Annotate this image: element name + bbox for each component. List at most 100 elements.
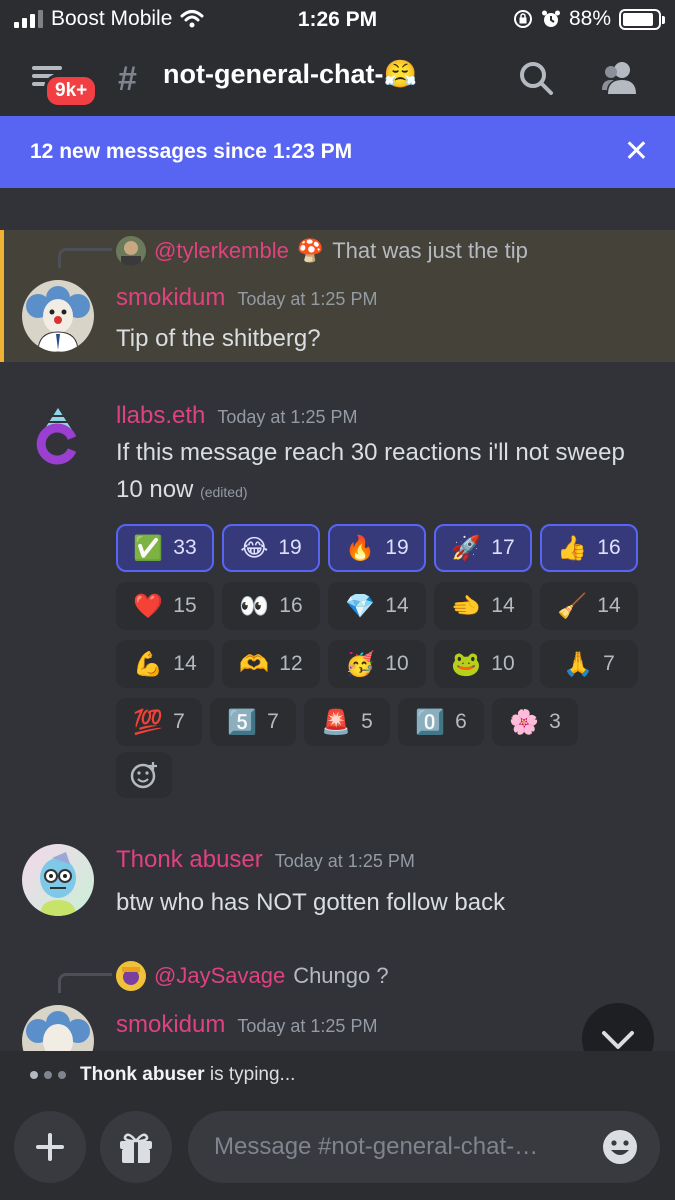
reaction-chip[interactable]: 0️⃣ 6	[398, 698, 484, 746]
reaction-count: 3	[549, 710, 561, 733]
reply-preview[interactable]: @JaySavage Chungo ?	[116, 961, 389, 991]
message-author[interactable]: smokidum Today at 1:25 PM	[116, 284, 377, 312]
members-icon[interactable]	[600, 58, 640, 98]
reply-mention[interactable]: @tylerkemble	[154, 238, 289, 264]
message-author[interactable]: Thonk abuser Today at 1:25 PM	[116, 846, 415, 874]
reaction-count: 16	[279, 594, 303, 617]
reaction-count: 7	[267, 710, 279, 733]
reaction-count: 14	[597, 594, 621, 617]
reaction-emoji: 🐸	[451, 650, 482, 678]
reply-preview[interactable]: @tylerkemble 🍄 That was just the tip	[116, 236, 528, 266]
reaction-emoji: 👍	[557, 534, 588, 562]
reaction-chip[interactable]: 🚨 5	[304, 698, 390, 746]
close-icon[interactable]: ✕	[624, 134, 649, 169]
reaction-chip[interactable]: 🥳 10	[328, 640, 426, 688]
reaction-emoji: 🔥	[345, 534, 376, 562]
typing-user: Thonk abuser	[80, 1064, 205, 1085]
reaction-chip[interactable]: 🧹 14	[540, 582, 638, 630]
alarm-icon	[541, 10, 560, 27]
search-icon[interactable]	[516, 58, 556, 98]
message-text: btw who has NOT gotten follow back	[116, 889, 506, 916]
avatar	[116, 961, 146, 991]
reaction-chip[interactable]: 👀 16	[222, 582, 320, 630]
message-timestamp: Today at 1:25 PM	[217, 407, 358, 427]
reaction-emoji: 5️⃣	[227, 708, 258, 736]
attach-button[interactable]	[14, 1111, 86, 1183]
avatar[interactable]	[22, 1005, 94, 1051]
add-reaction-button[interactable]	[116, 752, 172, 798]
reaction-count: 17	[491, 536, 515, 559]
channel-header: 9k+ # not-general-chat-😤	[0, 40, 675, 116]
reply-text: That was just the tip	[332, 238, 528, 263]
typing-indicator: Thonk abuser is typing...	[0, 1051, 675, 1097]
avatar[interactable]	[22, 280, 94, 352]
reaction-chip[interactable]: 🌸 3	[492, 698, 578, 746]
author-name[interactable]: smokidum	[116, 1011, 225, 1038]
reaction-chip[interactable]: 🚀 17	[434, 524, 532, 572]
menu-button[interactable]: 9k+	[28, 60, 99, 108]
message-input[interactable]	[188, 1111, 660, 1183]
reaction-chip[interactable]: ✅ 33	[116, 524, 214, 572]
reaction-count: 14	[173, 652, 197, 675]
avatar[interactable]	[22, 402, 94, 474]
reply-text: Chungo ?	[293, 963, 389, 988]
message-item[interactable]: @JaySavage Chungo ? smokidum Today at 1:2…	[0, 955, 675, 1051]
reaction-count: 15	[173, 594, 197, 617]
reaction-chip[interactable]: 💯 7	[116, 698, 202, 746]
message-item[interactable]: Thonk abuser Today at 1:25 PM btw who has…	[0, 840, 675, 930]
battery-percent: 88%	[568, 7, 611, 30]
message-text: If this message reach 30 reactions i'll …	[116, 439, 625, 503]
reaction-emoji: 🌸	[509, 708, 540, 736]
message-author[interactable]: smokidum Today at 1:25 PM	[116, 1011, 377, 1039]
reaction-count: 7	[173, 710, 185, 733]
reaction-chip[interactable]: 5️⃣ 7	[210, 698, 296, 746]
reaction-chip[interactable]: 🙏 7	[540, 640, 638, 688]
new-messages-text: 12 new messages since 1:23 PM	[30, 140, 353, 163]
reaction-chip[interactable]: 💎 14	[328, 582, 426, 630]
channel-title[interactable]: not-general-chat-😤	[163, 58, 417, 90]
author-name[interactable]: llabs.eth	[116, 402, 205, 429]
unread-badge: 9k+	[44, 74, 99, 108]
avatar[interactable]	[22, 844, 94, 916]
gift-icon	[120, 1133, 152, 1163]
reaction-count: 6	[455, 710, 467, 733]
message-text: Tip of the shitberg?	[116, 325, 321, 352]
reaction-emoji: ❤️	[133, 592, 164, 620]
locked-channel-icon: #	[118, 60, 137, 98]
message-author[interactable]: llabs.eth Today at 1:25 PM	[116, 402, 357, 430]
reaction-emoji: 💪	[133, 650, 164, 678]
new-messages-banner[interactable]: 12 new messages since 1:23 PM ✕	[0, 116, 675, 188]
reaction-chip[interactable]: 😂 19	[222, 524, 320, 572]
reaction-chip[interactable]: 🔥 19	[328, 524, 426, 572]
emoji-picker-icon[interactable]	[602, 1129, 638, 1165]
reaction-emoji: 🥳	[345, 650, 376, 678]
menu-icon	[32, 66, 62, 70]
plus-icon	[36, 1133, 64, 1161]
reply-mention[interactable]: @JaySavage	[154, 963, 285, 989]
reaction-chip[interactable]: 👍 16	[540, 524, 638, 572]
author-name[interactable]: Thonk abuser	[116, 846, 263, 873]
reaction-chip[interactable]: 🐸 10	[434, 640, 532, 688]
author-name[interactable]: smokidum	[116, 284, 225, 311]
reaction-emoji: ✅	[133, 534, 164, 562]
reaction-chip[interactable]: 🫶 12	[222, 640, 320, 688]
reaction-chip[interactable]: 💪 14	[116, 640, 214, 688]
reaction-count: 19	[385, 536, 409, 559]
reaction-count: 14	[491, 594, 515, 617]
edited-label: (edited)	[200, 484, 248, 500]
reaction-emoji: 🚀	[451, 534, 482, 562]
gift-button[interactable]	[100, 1111, 172, 1183]
add-reaction-icon	[130, 762, 157, 789]
message-timestamp: Today at 1:25 PM	[274, 851, 415, 871]
reaction-chip[interactable]: ❤️ 15	[116, 582, 214, 630]
reaction-count: 19	[278, 536, 302, 559]
reply-connector	[58, 973, 112, 993]
reaction-count: 7	[603, 652, 615, 675]
reaction-count: 10	[491, 652, 515, 675]
message-item[interactable]: @tylerkemble 🍄 That was just the tip smo…	[0, 230, 675, 362]
message-timestamp: Today at 1:25 PM	[237, 1016, 378, 1036]
status-bar: Boost Mobile 1:26 PM 88%	[0, 0, 675, 40]
reaction-chip[interactable]: 🫲 14	[434, 582, 532, 630]
reaction-emoji: 😂	[240, 534, 269, 562]
reaction-emoji: 💎	[345, 592, 376, 620]
